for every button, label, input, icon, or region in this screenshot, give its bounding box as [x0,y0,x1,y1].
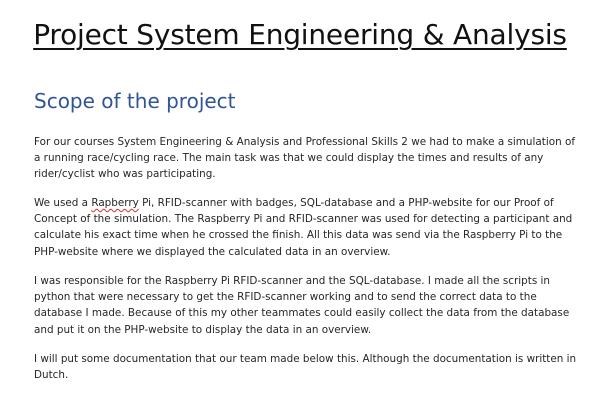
paragraph-setup: We used a Rapberry Pi, RFID-scanner with… [34,195,582,260]
document-title: Project System Engineering & Analysis [33,18,567,51]
paragraph-documentation-note: I will put some documentation that our t… [34,353,577,382]
spellcheck-flagged-word[interactable]: Rapberry [91,197,138,209]
section-heading: Scope of the project [34,89,236,113]
paragraph-intro: For our courses System Engineering & Ana… [34,136,575,181]
paragraph-setup-start: We used a [34,197,92,209]
paragraph-responsibility: I was responsible for the Raspberry Pi R… [34,275,570,336]
document-page: Project System Engineering & Analysis Sc… [0,0,600,400]
